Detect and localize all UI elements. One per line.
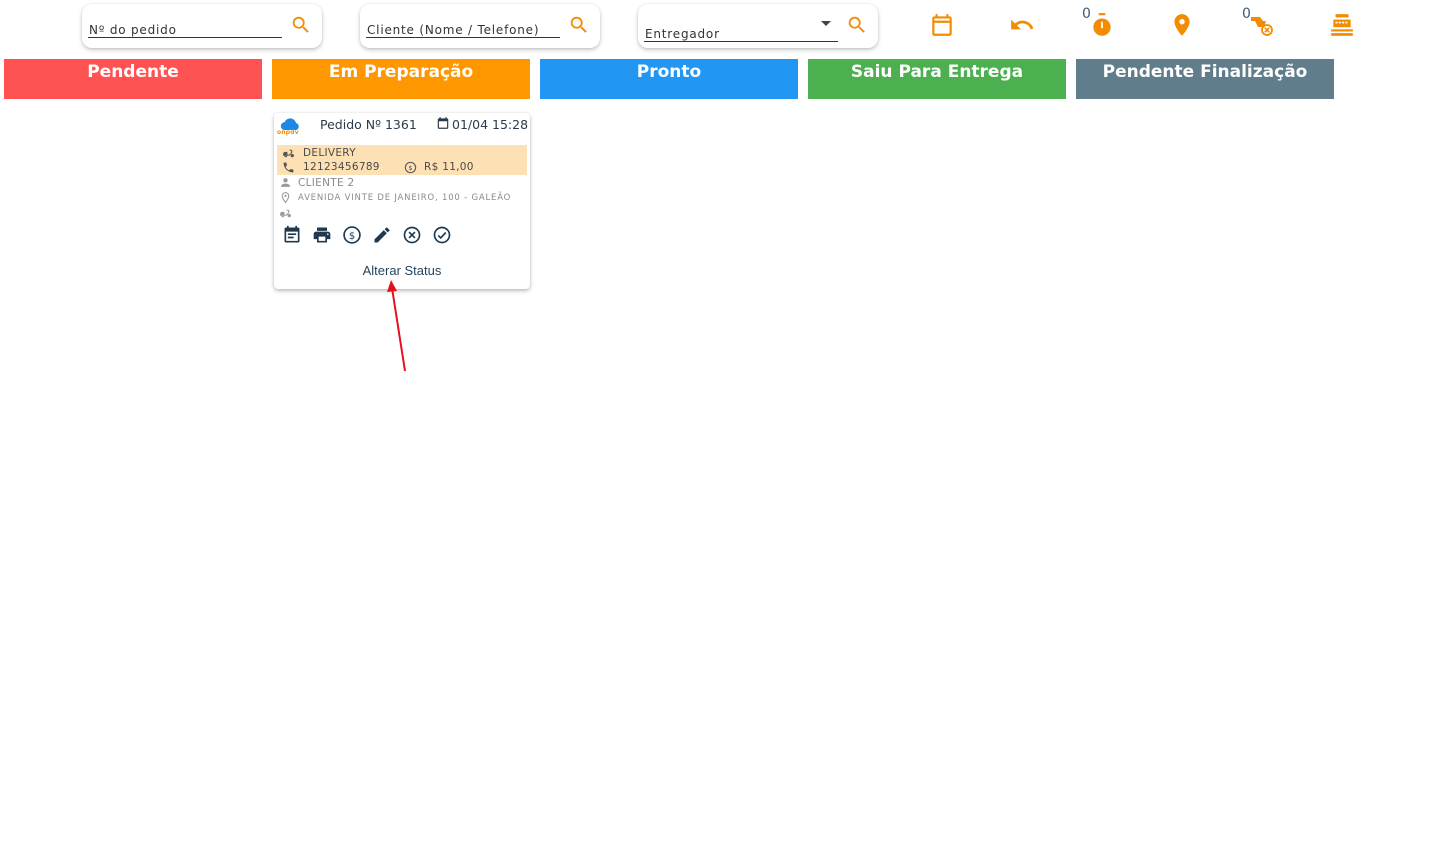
column-label: Saiu Para Entrega	[850, 62, 1024, 82]
order-number-input[interactable]: Nº do pedido	[88, 20, 282, 38]
cancel-icon[interactable]	[402, 225, 422, 245]
courier-filter: Entregador	[638, 4, 878, 48]
column-saiu-para-entrega[interactable]: Saiu Para Entrega	[808, 59, 1066, 99]
edit-icon[interactable]	[372, 225, 392, 245]
scooter-icon	[283, 149, 294, 158]
location-pin-icon[interactable]	[1169, 12, 1195, 38]
order-card[interactable]: onpdv Pedido Nº 1361 01/04 15:28 DELIVER…	[274, 113, 530, 289]
order-date: 01/04 15:28	[452, 117, 529, 132]
column-pendente-finalizacao[interactable]: Pendente Finalização	[1076, 59, 1334, 99]
client-address: AVENIDA VINTE DE JANEIRO, 100 - GALEÃO	[298, 193, 512, 203]
order-number-search: Nº do pedido	[82, 4, 322, 48]
confirm-icon[interactable]	[432, 225, 452, 245]
courier-select[interactable]: Entregador	[644, 24, 838, 42]
column-pendente[interactable]: Pendente	[4, 59, 262, 99]
source-logo-text: onpdv	[277, 129, 299, 136]
calendar-icon	[437, 117, 449, 129]
person-icon	[281, 178, 290, 187]
svg-text:$: $	[349, 231, 355, 242]
annotation-arrow	[387, 280, 406, 372]
phone-icon	[283, 162, 294, 173]
alter-status-button[interactable]: Alterar Status	[274, 263, 530, 278]
print-icon[interactable]	[312, 225, 332, 245]
svg-text:$: $	[408, 164, 412, 172]
search-icon[interactable]	[846, 14, 868, 36]
undo-icon[interactable]	[1009, 12, 1035, 38]
delivery-cancel-icon[interactable]	[1249, 12, 1275, 38]
column-label: Em Preparação	[328, 62, 474, 82]
order-phone: 12123456789	[303, 161, 380, 173]
order-details-icon[interactable]	[282, 225, 302, 245]
timer-icon[interactable]	[1089, 12, 1115, 38]
scooter-icon	[280, 209, 291, 218]
location-icon	[281, 192, 290, 204]
order-number: Pedido Nº 1361	[320, 117, 417, 132]
chevron-down-icon[interactable]	[821, 21, 831, 26]
calendar-icon[interactable]	[929, 12, 955, 38]
search-icon[interactable]	[568, 14, 590, 36]
column-label: Pendente	[87, 62, 179, 82]
order-amount: R$ 11,00	[424, 161, 474, 173]
column-label: Pronto	[636, 62, 702, 82]
column-em-preparacao[interactable]: Em Preparação	[272, 59, 530, 99]
money-icon: $	[404, 161, 417, 174]
client-input[interactable]: Cliente (Nome / Telefone)	[366, 20, 560, 38]
column-pronto[interactable]: Pronto	[540, 59, 798, 99]
courier-placeholder: Entregador	[645, 27, 720, 41]
search-icon[interactable]	[290, 14, 312, 36]
order-type: DELIVERY	[303, 147, 356, 159]
cash-register-icon[interactable]	[1329, 12, 1355, 38]
order-number-placeholder: Nº do pedido	[89, 23, 177, 37]
payment-icon[interactable]: $	[342, 225, 362, 245]
client-name: CLIENTE 2	[298, 177, 355, 189]
column-label: Pendente Finalização	[1102, 62, 1308, 82]
client-search: Cliente (Nome / Telefone)	[360, 4, 600, 48]
client-placeholder: Cliente (Nome / Telefone)	[367, 23, 540, 37]
